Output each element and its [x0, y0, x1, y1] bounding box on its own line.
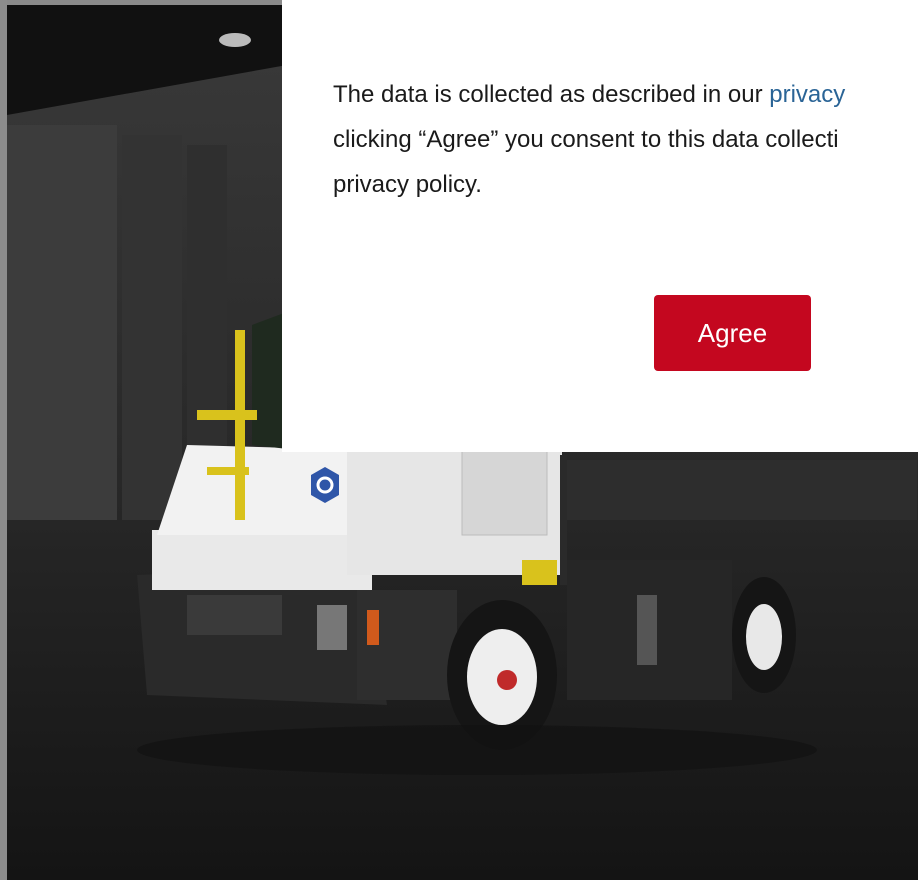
consent-line3-text: privacy policy.	[333, 171, 482, 198]
agree-button[interactable]: Agree	[654, 295, 811, 371]
page-edge	[0, 0, 7, 880]
consent-dialog: The data is collected as described in ou…	[282, 0, 918, 452]
consent-line2-text: clicking “Agree” you consent to this dat…	[333, 126, 839, 153]
consent-message: The data is collected as described in ou…	[333, 72, 918, 207]
consent-line1-text: The data is collected as described in ou…	[333, 81, 770, 108]
page: The data is collected as described in ou…	[0, 0, 918, 880]
privacy-policy-link[interactable]: privacy	[769, 81, 845, 108]
